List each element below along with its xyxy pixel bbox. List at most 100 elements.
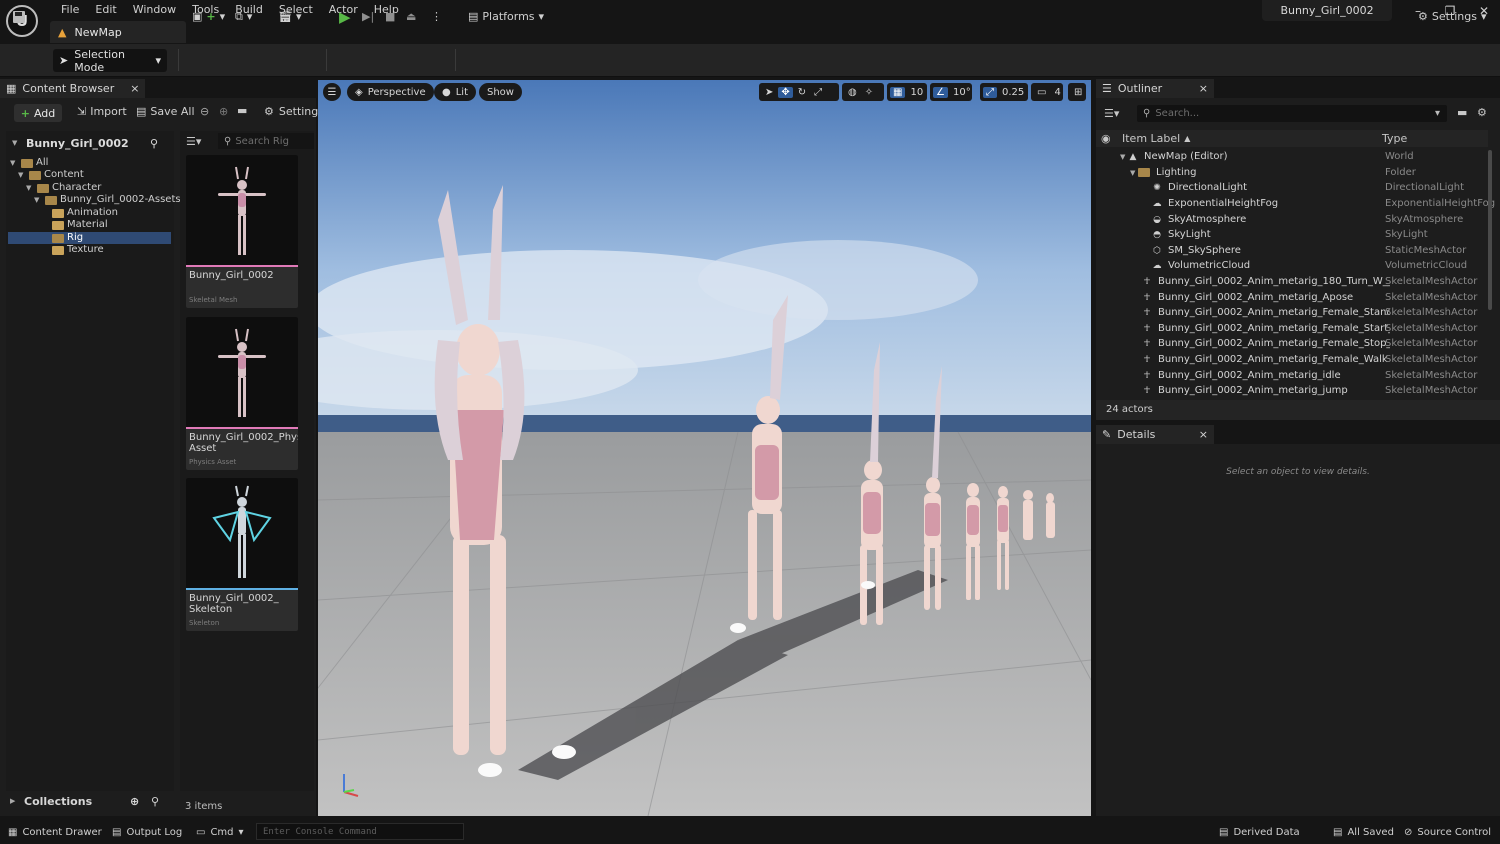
- outliner-scrollbar[interactable]: [1488, 150, 1492, 310]
- menu-window[interactable]: Window: [125, 2, 184, 18]
- platforms-dropdown[interactable]: ▤ Platforms ▾: [468, 6, 544, 27]
- outliner-row[interactable]: ◒ SkyAtmosphere SkyAtmosphere: [1096, 212, 1486, 227]
- rotate-tool-icon[interactable]: ↻: [795, 87, 809, 98]
- world-space-icon[interactable]: ◍: [845, 87, 860, 98]
- rotation-snap-icon: ∠: [933, 86, 948, 98]
- scale-tool-icon[interactable]: ⤢: [811, 87, 825, 98]
- outliner-row[interactable]: ☥ Bunny_Girl_0002_Anim_metarig_idle Skelet…: [1096, 368, 1486, 383]
- outliner-row[interactable]: ⬡ SM_SkySphere StaticMeshActor: [1096, 243, 1486, 258]
- tree-item-all[interactable]: ▼ All: [10, 157, 48, 169]
- visibility-eye-icon[interactable]: ◉: [1101, 132, 1117, 145]
- select-tool-icon[interactable]: ➤: [762, 87, 776, 98]
- advance-frame-button[interactable]: ▶|: [362, 6, 374, 27]
- blueprint-button[interactable]: ⧉ ▾: [235, 6, 252, 27]
- play-options-button[interactable]: ⋮: [431, 6, 442, 27]
- camera-speed[interactable]: ▭ 4: [1031, 83, 1063, 101]
- search-rig-input[interactable]: ⚲ Search Rig: [218, 133, 314, 149]
- chevron-down-icon[interactable]: ▾: [1435, 108, 1440, 119]
- column-type[interactable]: Type: [1382, 132, 1407, 145]
- asset-card[interactable]: Bunny_Girl_0002_Physics Asset Physics As…: [186, 317, 298, 470]
- tree-item-assets[interactable]: ▼ Bunny_Girl_0002-Assets: [34, 194, 181, 206]
- tree-item-animation[interactable]: Animation: [52, 207, 118, 219]
- viewport-menu-button[interactable]: ☰: [323, 83, 341, 101]
- outliner-row[interactable]: ☥ Bunny_Girl_0002_Anim_metarig_Female_Sto…: [1096, 336, 1486, 351]
- forward-icon[interactable]: ⊕: [219, 105, 228, 118]
- cmd-dropdown[interactable]: ▭ Cmd ▾: [196, 820, 244, 844]
- selection-mode-dropdown[interactable]: ➤ Selection Mode ▾: [53, 48, 167, 74]
- search-icon[interactable]: ⚲: [151, 795, 159, 808]
- cinematics-button[interactable]: 🎬︎ ▾: [278, 6, 302, 27]
- surface-snap-icon[interactable]: ✧: [862, 87, 876, 98]
- tree-item-material[interactable]: Material: [52, 219, 108, 231]
- derived-data-button[interactable]: ▤ Derived Data: [1219, 820, 1300, 844]
- platforms-label: Platforms: [482, 10, 535, 23]
- content-settings-button[interactable]: ⚙ Setting: [264, 105, 318, 118]
- grid-snap[interactable]: ▦ 10: [887, 83, 927, 101]
- eject-button[interactable]: ⏏: [406, 6, 416, 27]
- outliner-row[interactable]: ☥ Bunny_Girl_0002_Anim_metarig_Apose Skele…: [1096, 290, 1486, 305]
- tree-item-character[interactable]: ▼ Character: [26, 182, 101, 194]
- filter-icon[interactable]: ☰▾: [186, 135, 201, 148]
- filter-icon[interactable]: ☰▾: [1104, 107, 1119, 120]
- outliner-row[interactable]: ☥ Bunny_Girl_0002_Anim_metarig_Female_Wal…: [1096, 352, 1486, 367]
- add-actor-button[interactable]: ▣ + ▾: [192, 6, 225, 27]
- outliner-row[interactable]: ▼ ▲ NewMap (Editor) World: [1096, 149, 1486, 164]
- collections-section[interactable]: ▶ Collections ⊕ ⚲: [6, 791, 174, 811]
- save-icon[interactable]: [12, 6, 26, 27]
- play-button[interactable]: ▶: [339, 6, 351, 27]
- gear-icon[interactable]: ⚙: [1477, 106, 1487, 119]
- close-icon[interactable]: ×: [1199, 428, 1208, 441]
- search-icon[interactable]: ⚲: [150, 137, 158, 150]
- tab-content-browser[interactable]: ▦ Content Browser ×: [0, 79, 146, 98]
- stop-button[interactable]: ■: [385, 6, 395, 27]
- asset-card[interactable]: Bunny_Girl_0002_ Skeleton Skeleton: [186, 478, 298, 631]
- scale-snap[interactable]: ⤢ 0.25: [980, 83, 1028, 101]
- map-icon: ▲: [58, 25, 67, 39]
- content-drawer-button[interactable]: ▦ Content Drawer: [8, 820, 102, 844]
- tab-map[interactable]: ▲ NewMap: [50, 21, 186, 43]
- menu-file[interactable]: File: [53, 2, 87, 18]
- output-log-button[interactable]: ▤ Output Log: [112, 820, 182, 844]
- asset-card[interactable]: Bunny_Girl_0002 Skeletal Mesh: [186, 155, 298, 308]
- source-control-button[interactable]: ⊘ Source Control: [1404, 820, 1491, 844]
- tree-item-rig[interactable]: Rig: [52, 232, 83, 244]
- column-item-label[interactable]: Item Label: [1122, 132, 1180, 145]
- show-button[interactable]: Show: [479, 83, 522, 101]
- outliner-row[interactable]: ☥ Bunny_Girl_0002_Anim_metarig_180_Turn_W…: [1096, 274, 1486, 289]
- level-viewport[interactable]: [318, 80, 1091, 816]
- new-folder-icon[interactable]: ▬: [1457, 106, 1467, 119]
- outliner-row[interactable]: ☁ VolumetricCloud VolumetricCloud: [1096, 258, 1486, 273]
- all-saved-button[interactable]: ▤ All Saved: [1333, 820, 1394, 844]
- lit-button[interactable]: ● Lit: [434, 83, 477, 101]
- outliner-search-input[interactable]: ⚲ Search... ▾: [1137, 105, 1447, 122]
- tab-outliner[interactable]: ☰ Outliner ×: [1096, 79, 1214, 98]
- outliner-row[interactable]: ☥ Bunny_Girl_0002_Anim_metarig_Female_Sta…: [1096, 305, 1486, 320]
- folder-browse-icon[interactable]: ▬: [237, 104, 247, 117]
- outliner-row[interactable]: ◓ SkyLight SkyLight: [1096, 227, 1486, 242]
- console-input[interactable]: Enter Console Command: [256, 823, 464, 840]
- tree-item-texture[interactable]: Texture: [52, 244, 104, 256]
- source-root[interactable]: ▼ Bunny_Girl_0002 ⚲: [6, 133, 174, 153]
- back-icon[interactable]: ⊖: [200, 105, 209, 118]
- tree-item-content[interactable]: ▼ Content: [18, 169, 84, 181]
- outliner-row[interactable]: ☁ ExponentialHeightFog ExponentialHeightFo…: [1096, 196, 1496, 211]
- settings-dropdown[interactable]: ⚙ Settings ▾: [1418, 6, 1487, 27]
- close-icon[interactable]: ×: [130, 82, 139, 95]
- outliner-row[interactable]: ☥ Bunny_Girl_0002_Anim_metarig_jump Skelet…: [1096, 383, 1486, 398]
- outliner-row[interactable]: ✺ DirectionalLight DirectionalLight: [1096, 180, 1486, 195]
- perspective-button[interactable]: ◈ Perspective: [347, 83, 434, 101]
- translate-tool-icon[interactable]: ✥: [778, 86, 793, 98]
- tab-details[interactable]: ✎ Details ×: [1096, 425, 1214, 444]
- outliner-row[interactable]: ▼ Lighting Folder: [1096, 165, 1486, 180]
- tree-label: Animation: [67, 207, 118, 218]
- outliner-row[interactable]: ☥ Bunny_Girl_0002_Anim_metarig_Female_Sta…: [1096, 321, 1486, 336]
- import-button[interactable]: ⇲ Import: [77, 105, 127, 118]
- menu-edit[interactable]: Edit: [87, 2, 124, 18]
- close-icon[interactable]: ×: [1199, 82, 1208, 95]
- save-all-button[interactable]: ▤ Save All: [136, 105, 195, 118]
- caret-down-icon: ▼: [18, 171, 24, 179]
- rotation-snap[interactable]: ∠ 10°: [930, 83, 972, 101]
- viewport-layout-button[interactable]: ⊞: [1068, 83, 1086, 101]
- add-collection-icon[interactable]: ⊕: [130, 795, 139, 808]
- add-button[interactable]: + Add: [14, 104, 62, 122]
